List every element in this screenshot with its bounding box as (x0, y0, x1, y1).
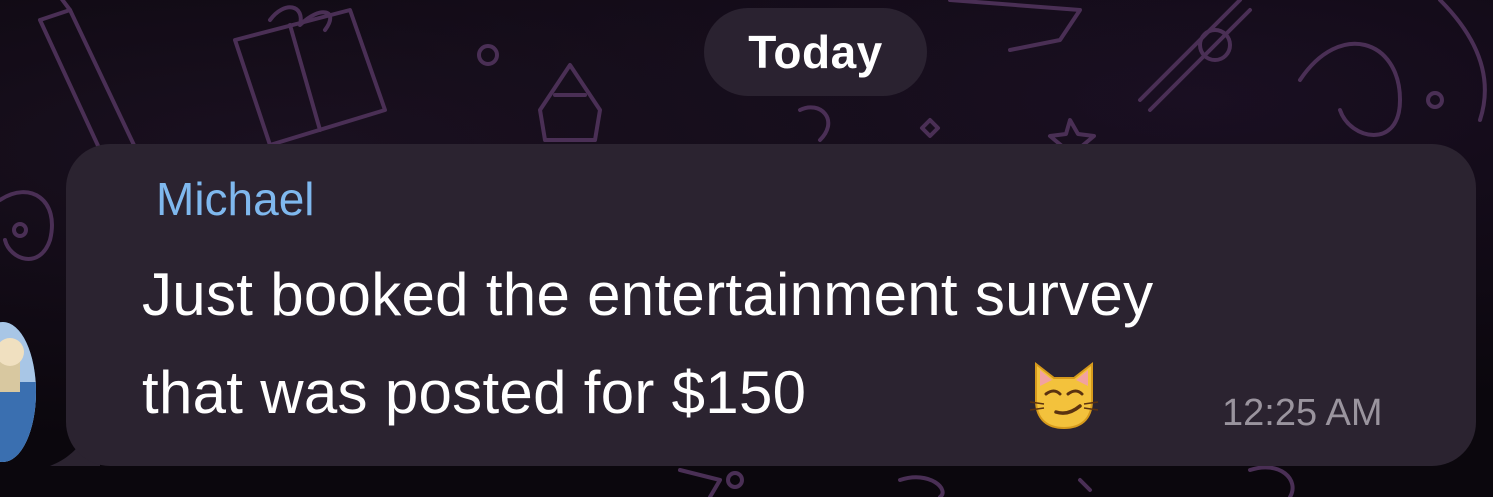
date-separator-label: Today (748, 26, 883, 78)
sender-name[interactable]: Michael (156, 172, 315, 226)
message-bubble[interactable]: Michael Just booked the entertainment su… (40, 144, 1480, 470)
smirking-cat-icon (1029, 361, 1099, 430)
chat-view: Today Michael Just booked the entertainm… (0, 0, 1493, 497)
message-text-line-1: Just booked the entertainment survey (142, 261, 1154, 328)
message-text-line-2: that was posted for $150 (142, 359, 807, 426)
message-timestamp: 12:25 AM (1222, 392, 1383, 434)
message-bubble-body: Michael Just booked the entertainment su… (66, 144, 1476, 466)
date-separator: Today (704, 8, 927, 96)
